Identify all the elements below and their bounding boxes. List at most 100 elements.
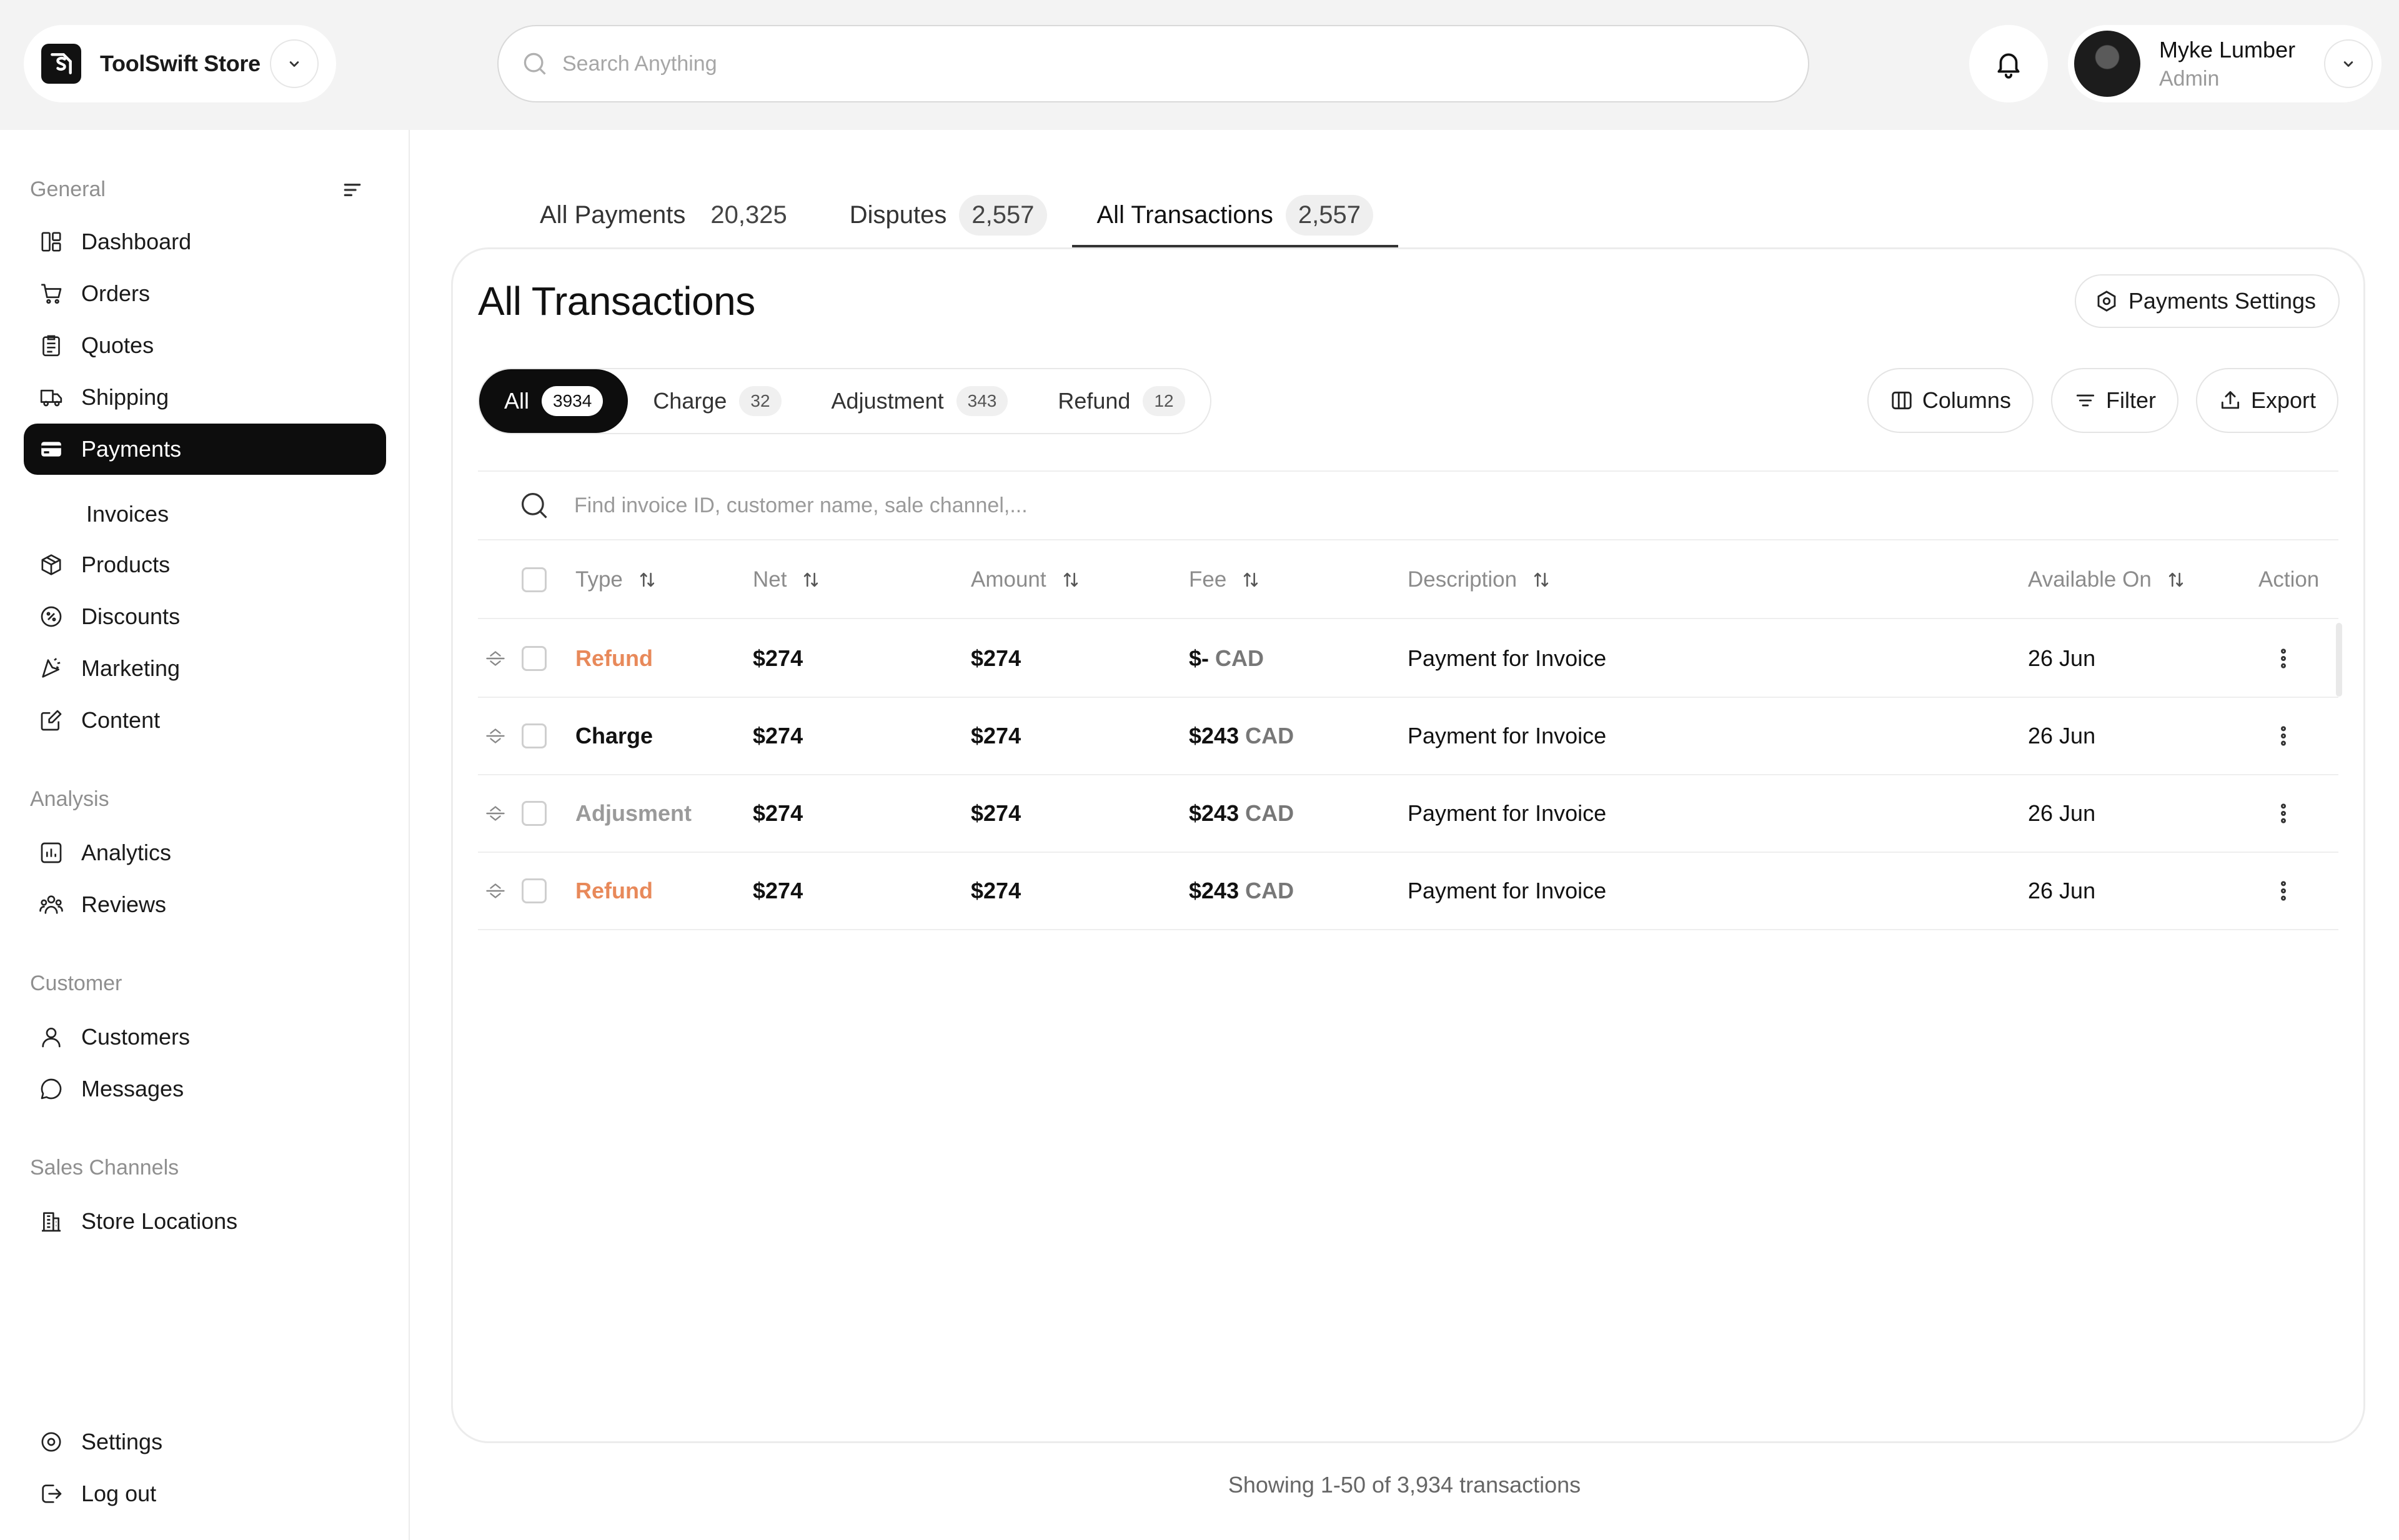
column-header-description[interactable]: Description: [1408, 542, 1552, 618]
dashboard-icon: [39, 229, 64, 254]
sidebar-item-analytics[interactable]: Analytics: [24, 827, 386, 878]
segment-adjustment[interactable]: Adjustment 343: [807, 369, 1033, 433]
sidebar-item-payments[interactable]: Payments: [24, 424, 386, 475]
sidebar-item-orders[interactable]: Orders: [24, 268, 386, 319]
column-label: Description: [1408, 567, 1517, 592]
tab-all-transactions[interactable]: All Transactions 2,557: [1071, 182, 1399, 247]
column-header-net[interactable]: Net: [753, 542, 822, 618]
row-checkbox[interactable]: [522, 620, 547, 697]
more-vertical-icon[interactable]: [2271, 698, 2296, 774]
cell-available-on: 26 Jun: [2028, 723, 2096, 748]
cell-type: Charge: [575, 723, 653, 748]
columns-button[interactable]: Columns: [1867, 368, 2034, 433]
page-title: All Transactions: [478, 279, 755, 324]
sidebar-item-content[interactable]: Content: [24, 695, 386, 746]
select-all-checkbox[interactable]: [522, 542, 547, 618]
sidebar-item-shipping[interactable]: Shipping: [24, 372, 386, 423]
table-row[interactable]: Refund $274 $274 $- CAD Payment for Invo…: [478, 620, 2342, 698]
row-checkbox[interactable]: [522, 775, 547, 852]
sidebar-item-label: Messages: [81, 1076, 184, 1101]
segment-all[interactable]: All 3934: [479, 369, 628, 433]
table-header: Type Net Amount Fee Description Availabl…: [478, 542, 2338, 619]
cell-amount: $274: [971, 878, 1021, 903]
sidebar-item-store-locations[interactable]: Store Locations: [24, 1196, 386, 1247]
cell-available-on: 26 Jun: [2028, 800, 2096, 826]
sort-icon: [1240, 569, 1261, 590]
user-name: Myke Lumber: [2159, 36, 2296, 62]
more-vertical-icon[interactable]: [2271, 853, 2296, 929]
sort-icon: [637, 569, 658, 590]
row-checkbox[interactable]: [522, 853, 547, 929]
segment-label: Adjustment: [831, 388, 944, 414]
clipboard-icon: [39, 333, 64, 358]
column-label: Amount: [971, 567, 1046, 592]
user-menu[interactable]: Myke Lumber Admin: [2068, 25, 2382, 102]
column-header-type[interactable]: Type: [575, 542, 658, 618]
store-switcher[interactable]: ToolSwift Store: [24, 25, 336, 102]
column-header-amount[interactable]: Amount: [971, 542, 1081, 618]
table-row[interactable]: Adjusment $274 $274 $243 CAD Payment for…: [478, 775, 2338, 853]
row-checkbox[interactable]: [522, 698, 547, 774]
chevron-down-icon[interactable]: [2324, 39, 2373, 88]
drag-handle-icon[interactable]: [484, 698, 507, 774]
sidebar-item-products[interactable]: Products: [24, 539, 386, 590]
sidebar-subitem-invoices[interactable]: Invoices: [86, 501, 169, 527]
sidebar-item-reviews[interactable]: Reviews: [24, 879, 386, 930]
collapse-menu-icon[interactable]: [340, 177, 365, 202]
megaphone-icon: [39, 656, 64, 681]
tab-label: Disputes: [849, 201, 947, 229]
truck-icon: [39, 385, 64, 410]
cell-type: Refund: [575, 645, 653, 671]
column-header-fee[interactable]: Fee: [1189, 542, 1261, 618]
segment-charge[interactable]: Charge 32: [628, 369, 806, 433]
cell-available-on: 26 Jun: [2028, 878, 2096, 903]
fee-value: $243: [1189, 800, 1239, 826]
table-row[interactable]: Charge $274 $274 $243 CAD Payment for In…: [478, 698, 2338, 775]
sidebar-item-label: Orders: [81, 281, 151, 306]
column-label: Net: [753, 567, 787, 592]
fee-currency: CAD: [1245, 878, 1294, 903]
sidebar-item-label: Payments: [81, 436, 182, 462]
sidebar-item-customers[interactable]: Customers: [24, 1011, 386, 1063]
sidebar-item-label: Quotes: [81, 332, 154, 358]
export-button[interactable]: Export: [2195, 368, 2338, 433]
fee-currency: CAD: [1245, 723, 1294, 748]
cell-description: Payment for Invoice: [1408, 800, 1607, 826]
tab-all-payments[interactable]: All Payments 20,325: [515, 182, 825, 247]
row-scrollbar[interactable]: [2336, 623, 2342, 697]
tab-count: 2,557: [1285, 194, 1373, 236]
fee-value: $-: [1189, 645, 1209, 671]
sidebar-item-marketing[interactable]: Marketing: [24, 643, 386, 694]
search-icon: [521, 50, 549, 77]
sidebar-item-label: Shipping: [81, 384, 169, 410]
sidebar-item-quotes[interactable]: Quotes: [24, 320, 386, 371]
tab-disputes[interactable]: Disputes 2,557: [825, 182, 1072, 247]
segment-label: All: [504, 388, 530, 414]
more-vertical-icon[interactable]: [2271, 620, 2296, 697]
sidebar-item-logout[interactable]: Log out: [24, 1468, 386, 1519]
drag-handle-icon[interactable]: [484, 853, 507, 929]
payments-settings-button[interactable]: Payments Settings: [2074, 274, 2340, 328]
sidebar-item-settings[interactable]: Settings: [24, 1416, 386, 1468]
drag-handle-icon[interactable]: [484, 775, 507, 852]
sidebar-item-discounts[interactable]: Discounts: [24, 591, 386, 642]
payments-settings-label: Payments Settings: [2128, 288, 2316, 314]
table-search-input[interactable]: Find invoice ID, customer name, sale cha…: [478, 470, 2338, 540]
table-search-placeholder: Find invoice ID, customer name, sale cha…: [574, 493, 1028, 517]
filter-button[interactable]: Filter: [2050, 368, 2178, 433]
sidebar-item-dashboard[interactable]: Dashboard: [24, 216, 386, 267]
chevron-down-icon[interactable]: [270, 39, 319, 88]
segment-refund[interactable]: Refund 12: [1033, 369, 1185, 433]
fee-currency: CAD: [1245, 800, 1294, 826]
sidebar-item-label: Customers: [81, 1024, 191, 1050]
sidebar-item-messages[interactable]: Messages: [24, 1063, 386, 1115]
tab-label: All Transactions: [1096, 201, 1273, 229]
drag-handle-icon[interactable]: [484, 620, 507, 697]
table-row[interactable]: Refund $274 $274 $243 CAD Payment for In…: [478, 853, 2338, 930]
global-search-input[interactable]: Search Anything: [497, 25, 1809, 102]
edit-document-icon: [39, 708, 64, 733]
more-vertical-icon[interactable]: [2271, 775, 2296, 852]
section-label-analysis: Analysis: [30, 787, 109, 811]
column-header-available-on[interactable]: Available On: [2028, 542, 2187, 618]
notifications-button[interactable]: [1969, 25, 2048, 102]
